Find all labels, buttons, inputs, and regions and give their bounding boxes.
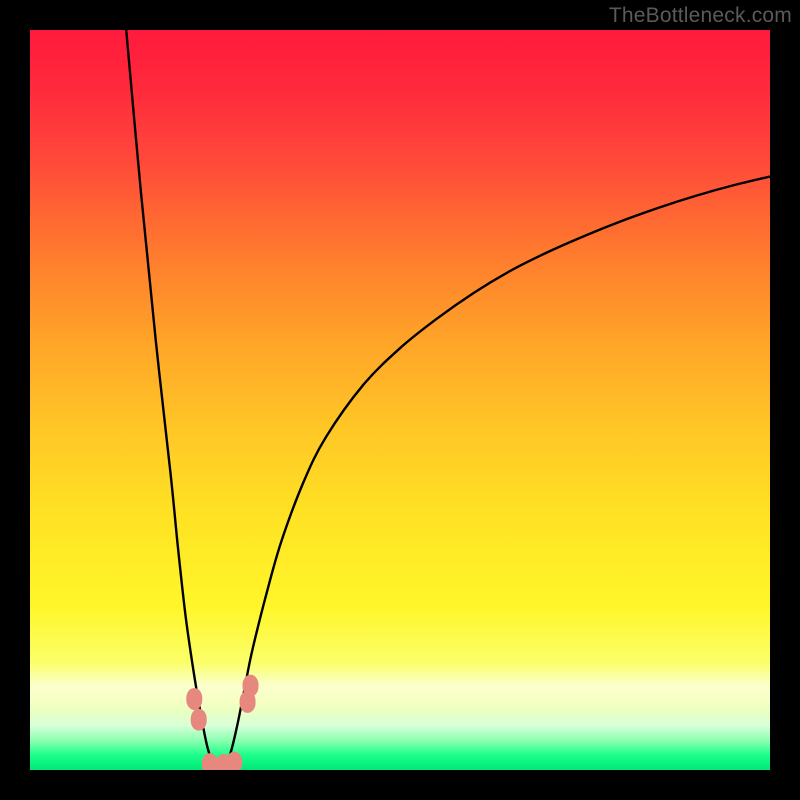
- data-marker: [186, 688, 202, 710]
- watermark-text: TheBottleneck.com: [609, 4, 792, 28]
- chart-frame: TheBottleneck.com: [0, 0, 800, 800]
- curve-group: [126, 30, 770, 768]
- plot-area: [30, 30, 770, 770]
- data-marker: [243, 675, 259, 697]
- data-marker: [226, 752, 242, 770]
- bottleneck-curve-svg: [30, 30, 770, 770]
- data-marker: [191, 709, 207, 731]
- data-marker: [202, 753, 218, 770]
- bottleneck-curve: [126, 30, 770, 768]
- marker-group: [186, 675, 258, 770]
